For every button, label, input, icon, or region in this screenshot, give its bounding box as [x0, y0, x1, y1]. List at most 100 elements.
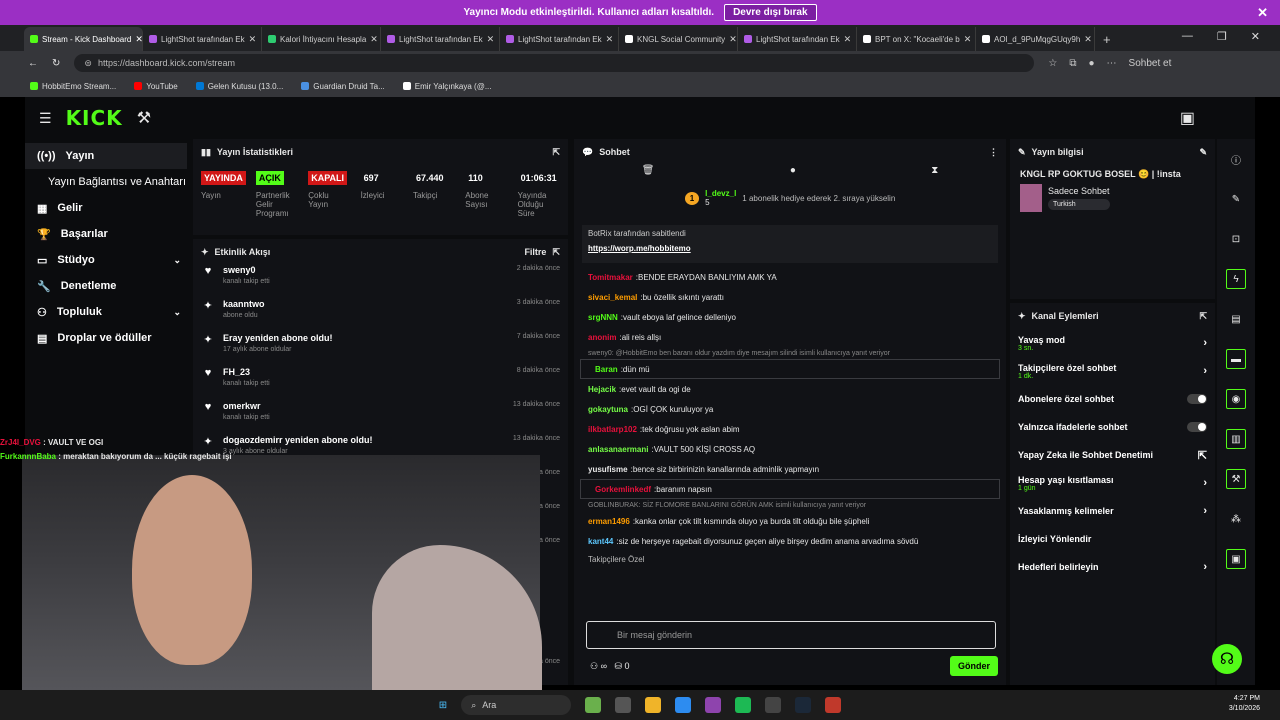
- url-input[interactable]: ⊜ https://dashboard.kick.com/stream: [74, 54, 1035, 72]
- channel-action-item[interactable]: Abonelere özel sohbet: [1010, 385, 1215, 413]
- popout-icon[interactable]: ⇱: [552, 147, 560, 158]
- channel-action-item[interactable]: Yavaş mod 3 sn. ›: [1010, 329, 1215, 357]
- browser-tab[interactable]: AOI_d_9PuMqgGUqy9h ✕: [976, 27, 1095, 51]
- sidebar-item[interactable]: ▤ Droplar ve ödüller: [25, 325, 187, 351]
- chat-message[interactable]: Tomitmakar: BENDE ERAYDAN BANLIYIM AMK Y…: [574, 267, 1006, 287]
- chat-message[interactable]: Hejacik: evet vault da ogi de: [574, 379, 1006, 399]
- channel-action-item[interactable]: İzleyici Yönlendir: [1010, 525, 1215, 553]
- toggle-switch[interactable]: [1187, 422, 1207, 432]
- category-name[interactable]: Sadece Sohbet: [1048, 186, 1110, 196]
- chat-message[interactable]: Baran: dün mü: [580, 359, 1000, 379]
- browser-tab[interactable]: BPT on X: "Kocaeli'de b ✕: [857, 27, 976, 51]
- bookmark-item[interactable]: YouTube: [134, 82, 178, 91]
- copilot-button[interactable]: Sohbet et: [1129, 58, 1172, 69]
- info-icon[interactable]: ⓘ: [1226, 149, 1246, 169]
- lightning-icon[interactable]: ϟ: [1226, 269, 1246, 289]
- crop-icon[interactable]: ⊡: [1226, 229, 1246, 249]
- chat-bubble-icon[interactable]: ▬: [1226, 349, 1246, 369]
- more-icon[interactable]: ⋮: [989, 147, 998, 158]
- sidebar-item[interactable]: ▭ Stüdyo ⌄: [25, 247, 187, 273]
- sidebar-item[interactable]: ((•)) Yayın: [25, 143, 187, 169]
- back-icon[interactable]: ←: [28, 58, 38, 69]
- tool-icon[interactable]: ⚒: [1226, 469, 1246, 489]
- spotify-icon[interactable]: [735, 697, 752, 713]
- streamer-mode-icon[interactable]: ▣: [1180, 108, 1195, 128]
- chat-message[interactable]: Gorkemlinkedf: baranım napsın: [580, 479, 1000, 499]
- chat-username[interactable]: anlasanaermani: [588, 445, 648, 454]
- sidebar-item[interactable]: Yayın Bağlantısı ve Anahtarı: [25, 169, 187, 195]
- extensions-icon[interactable]: ⧉: [1069, 58, 1076, 69]
- hourglass-icon[interactable]: ⧗: [931, 165, 938, 183]
- chat-username[interactable]: Baran: [595, 365, 618, 374]
- channel-action-item[interactable]: Hesap yaşı kısıtlaması 1 gün ›: [1010, 469, 1215, 497]
- browser-tab[interactable]: LightShot tarafından Ek ✕: [143, 27, 262, 51]
- file-icon[interactable]: [615, 697, 632, 713]
- chat-username[interactable]: kant44: [588, 537, 613, 546]
- edit-icon[interactable]: ✎: [1199, 147, 1207, 158]
- browser-tab[interactable]: LightShot tarafından Ek ✕: [738, 27, 857, 51]
- nodes-icon[interactable]: ⁂: [1226, 509, 1246, 529]
- bookmark-item[interactable]: HobbitEmo Stream...: [30, 82, 116, 91]
- chat-username[interactable]: erman1496: [588, 517, 630, 526]
- chat-username[interactable]: srgNNN: [588, 313, 618, 322]
- chat-message[interactable]: yusufisme: bence siz birbirinizin kanall…: [574, 459, 1006, 479]
- chat-message[interactable]: ilkbatlarp102: tek doğrusu yok aslan abi…: [574, 419, 1006, 439]
- close-icon[interactable]: ✕: [370, 34, 378, 45]
- trash-icon[interactable]: 🗑: [642, 165, 655, 183]
- close-icon[interactable]: ✕: [1084, 34, 1092, 45]
- close-icon[interactable]: ✕: [249, 34, 257, 45]
- kick-logo[interactable]: KICK: [66, 106, 123, 130]
- channel-action-item[interactable]: Takipçilere özel sohbet 1 dk. ›: [1010, 357, 1215, 385]
- chat-message[interactable]: erman1496: kanka onlar çok tilt kısmında…: [574, 511, 1006, 531]
- star-icon[interactable]: ☆: [1048, 58, 1057, 69]
- toggle-switch[interactable]: [1187, 394, 1207, 404]
- bookmark-item[interactable]: Guardian Druid Ta...: [301, 82, 385, 91]
- site-info-icon[interactable]: ⊜: [84, 58, 92, 69]
- radio-icon[interactable]: ◉: [1226, 389, 1246, 409]
- close-icon[interactable]: ✕: [844, 34, 852, 45]
- minimize-icon[interactable]: —: [1182, 30, 1193, 43]
- chat-username[interactable]: anonim: [588, 333, 616, 342]
- mail-icon[interactable]: [765, 697, 782, 713]
- browser-tab[interactable]: LightShot tarafından Ek ✕: [500, 27, 619, 51]
- popout-icon[interactable]: ⇱: [552, 247, 560, 258]
- hamburger-icon[interactable]: ☰: [39, 110, 52, 127]
- profile-avatar[interactable]: ●: [1089, 58, 1095, 69]
- discord-icon[interactable]: [705, 697, 722, 713]
- pencil-icon[interactable]: ✎: [1226, 189, 1246, 209]
- browser-tab[interactable]: Stream - Kick Dashboard ✕: [24, 27, 143, 51]
- support-headset-icon[interactable]: ☊: [1212, 644, 1242, 674]
- close-icon[interactable]: ✕: [487, 34, 495, 45]
- close-window-icon[interactable]: ✕: [1251, 30, 1260, 43]
- chat-message[interactable]: anlasanaermani: VAULT 500 KİŞİ CROSS AQ: [574, 439, 1006, 459]
- menu-icon[interactable]: ⋯: [1107, 58, 1117, 69]
- chat-username[interactable]: Tomitmakar: [588, 273, 633, 282]
- channel-action-item[interactable]: Yasaklanmış kelimeler ›: [1010, 497, 1215, 525]
- bookmark-item[interactable]: Gelen Kutusu (13.0...: [195, 82, 283, 91]
- hammer-icon[interactable]: ⚒: [137, 108, 151, 128]
- channel-action-item[interactable]: Yapay Zeka ile Sohbet Denetimi ⇱: [1010, 441, 1215, 469]
- chat-message[interactable]: kant44: siz de herşeye ragebait diyorsun…: [574, 531, 1006, 551]
- chat-username[interactable]: ilkbatlarp102: [588, 425, 637, 434]
- widgets-icon[interactable]: [585, 697, 602, 713]
- sidebar-item[interactable]: 🔧 Denetleme: [25, 273, 187, 299]
- sidebar-item[interactable]: ⚇ Topluluk ⌄: [25, 299, 187, 325]
- popout-icon[interactable]: ⇱: [1199, 311, 1207, 322]
- bubble-icon[interactable]: ●: [790, 165, 796, 183]
- close-icon[interactable]: ✕: [1257, 5, 1268, 21]
- taskbar-search[interactable]: ⌕ Ara: [461, 695, 572, 715]
- chat-message[interactable]: anonim: ali reis allşı: [574, 327, 1006, 347]
- reload-icon[interactable]: ↻: [52, 58, 60, 69]
- close-icon[interactable]: ✕: [606, 34, 614, 45]
- chat-message[interactable]: sivaci_kemal: bu özellik sıkıntı yarattı: [574, 287, 1006, 307]
- chat-message[interactable]: srgNNN: vault eboya laf gelince delleniy…: [574, 307, 1006, 327]
- chat-username[interactable]: Hejacik: [588, 385, 616, 394]
- channel-action-item[interactable]: Hedefleri belirleyin ›: [1010, 553, 1215, 581]
- chat-username[interactable]: Gorkemlinkedf: [595, 485, 651, 494]
- edge-icon[interactable]: [675, 697, 692, 713]
- new-tab-icon[interactable]: +: [1095, 32, 1119, 51]
- windows-start-icon[interactable]: ⊞: [439, 700, 447, 711]
- system-clock[interactable]: 4:27 PM 3/10/2026: [1229, 694, 1260, 714]
- browser-tab[interactable]: Kalori İhtiyacını Hesapla ✕: [262, 27, 381, 51]
- folder-icon[interactable]: [645, 697, 662, 713]
